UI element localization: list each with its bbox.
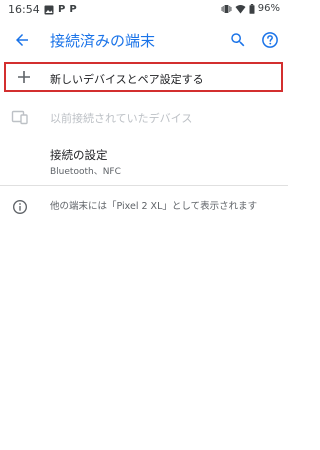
pair-new-device-item[interactable]: 新しいデバイスとペア設定する <box>4 62 283 92</box>
help-button[interactable] <box>256 26 284 54</box>
app-bar: 接続済みの端末 <box>0 20 288 60</box>
divider <box>0 185 288 186</box>
status-bar: 16:54 P P 96% <box>0 0 288 20</box>
help-icon <box>262 32 278 48</box>
connection-preferences-label: 接続の設定 <box>50 148 108 162</box>
plus-icon <box>12 65 36 89</box>
image-icon <box>44 5 54 15</box>
pair-new-device-label: 新しいデバイスとペア設定する <box>50 73 204 86</box>
connection-preferences-summary: Bluetooth、NFC <box>50 167 121 177</box>
back-arrow-icon <box>16 34 28 46</box>
page-title: 接続済みの端末 <box>50 32 156 50</box>
back-button[interactable] <box>8 26 36 54</box>
vibrate-icon <box>221 4 232 14</box>
connection-preferences-item[interactable]: 接続の設定 Bluetooth、NFC <box>0 142 288 186</box>
p-icon: P <box>58 4 66 15</box>
wifi-icon <box>235 4 246 14</box>
notification-icons: P P <box>44 4 77 16</box>
p-icon: P <box>69 4 77 15</box>
search-button[interactable] <box>224 26 252 54</box>
devices-icon <box>8 105 32 129</box>
previously-connected-item[interactable]: 以前接続されていたデバイス <box>0 102 288 132</box>
device-name-info: 他の端末には「Pixel 2 XL」として表示されます <box>0 192 288 220</box>
battery-icon <box>249 3 255 14</box>
search-icon <box>231 33 245 47</box>
previously-connected-label: 以前接続されていたデバイス <box>50 112 193 125</box>
system-icons: 96% <box>221 3 280 14</box>
battery-percent: 96% <box>257 3 280 14</box>
info-icon <box>8 195 32 219</box>
device-name-info-text: 他の端末には「Pixel 2 XL」として表示されます <box>50 201 258 212</box>
status-time: 16:54 <box>8 3 40 16</box>
